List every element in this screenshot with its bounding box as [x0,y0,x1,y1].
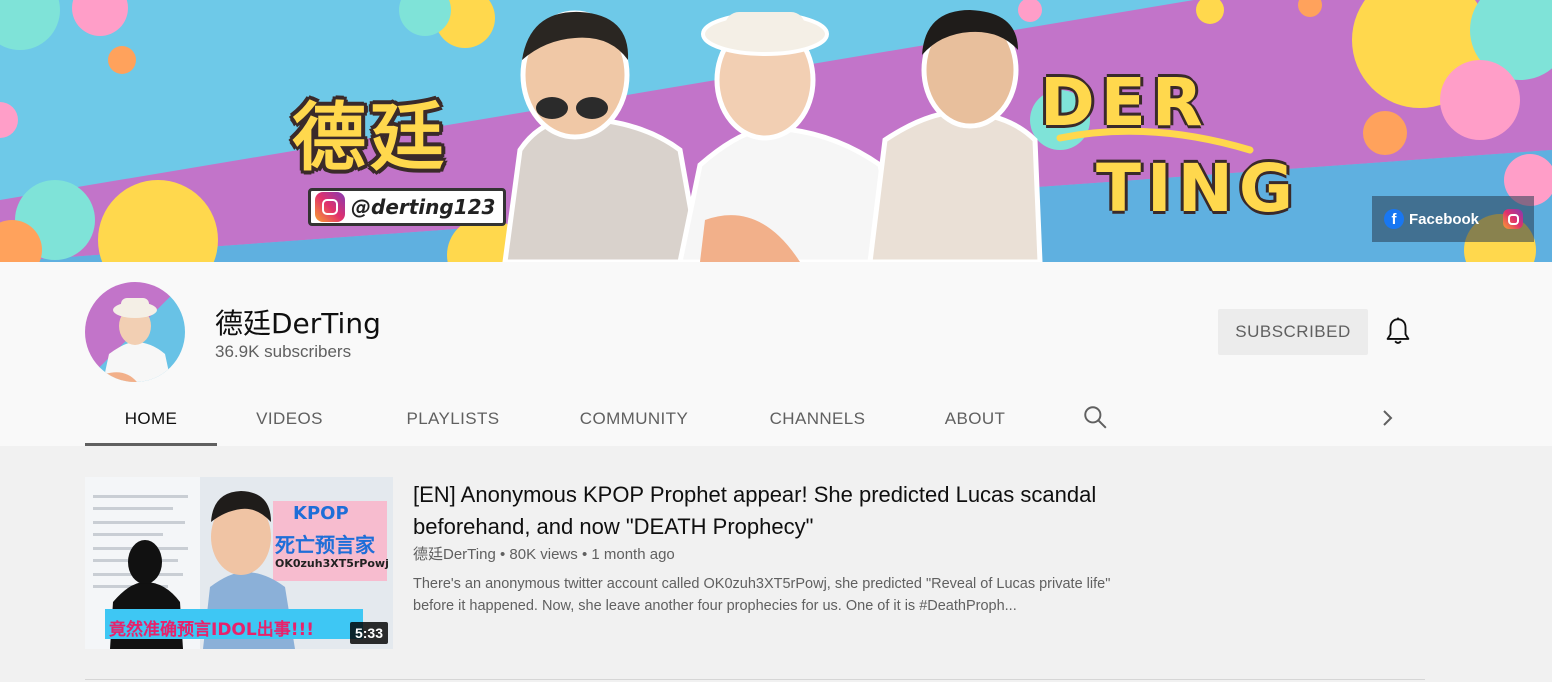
thumbnail-cn-title: 死亡预言家 [275,533,375,557]
meta-separator: • [499,546,510,563]
thumbnail-caption: 竟然准确预言IDOL出事!!! [109,620,314,640]
facebook-link[interactable]: f Facebook [1384,209,1479,229]
video-description: There's an anonymous twitter account cal… [413,576,1111,614]
meta-separator: • [581,546,592,563]
tab-playlists[interactable]: PLAYLISTS [362,392,544,446]
notification-bell-icon[interactable] [1384,317,1412,347]
banner-chinese-title: 德廷 [292,95,448,181]
handle-text: @derting123 [351,195,496,219]
instagram-link-icon[interactable] [1503,209,1524,229]
instagram-icon [315,192,345,222]
tab-videos[interactable]: VIDEOS [217,392,362,446]
chevron-right-icon[interactable] [1378,406,1398,430]
thumbnail-kpop-text: KPOP [293,503,349,524]
channel-header: 德廷DerTing 36.9K subscribers SUBSCRIBED H… [0,262,1552,446]
banner-artwork [0,0,1552,262]
search-icon[interactable] [1082,404,1108,430]
tab-about[interactable]: ABOUT [911,392,1039,446]
video-views: 80K views [509,546,578,563]
avatar-image [103,298,171,382]
video-channel-link[interactable]: 德廷DerTing [413,546,496,563]
video-thumbnail[interactable]: KPOP 死亡预言家 OK0zuh3XT5rPowj 竟然准确预言IDOL出事!… [85,477,393,649]
subscribed-button[interactable]: SUBSCRIBED [1218,309,1368,355]
tab-channels[interactable]: CHANNELS [724,392,911,446]
video-title[interactable]: [EN] Anonymous KPOP Prophet appear! She … [413,479,1133,543]
thumbnail-account-text: OK0zuh3XT5rPowj [275,557,389,570]
video-duration: 5:33 [349,622,388,644]
channel-name: 德廷DerTing [215,307,381,340]
video-meta: 德廷DerTing • 80K views • 1 month ago [413,543,675,564]
tab-community[interactable]: COMMUNITY [544,392,724,446]
facebook-label: Facebook [1409,210,1480,228]
avatar[interactable] [85,282,185,382]
banner-social-links: f Facebook [1372,196,1534,242]
tab-home[interactable]: HOME [85,392,217,446]
channel-banner: 德廷 @derting123 DER TING f Facebook [0,0,1552,262]
video-age: 1 month ago [591,546,675,563]
subscriber-count: 36.9K subscribers [215,342,352,361]
banner-instagram-handle: @derting123 [308,188,507,226]
facebook-icon: f [1384,209,1404,229]
banner-logo-der: DER [1040,64,1209,141]
banner-logo-ting: TING [1096,150,1299,227]
section-divider [85,679,1425,680]
channel-tabs: HOME VIDEOS PLAYLISTS COMMUNITY CHANNELS… [85,392,1039,446]
